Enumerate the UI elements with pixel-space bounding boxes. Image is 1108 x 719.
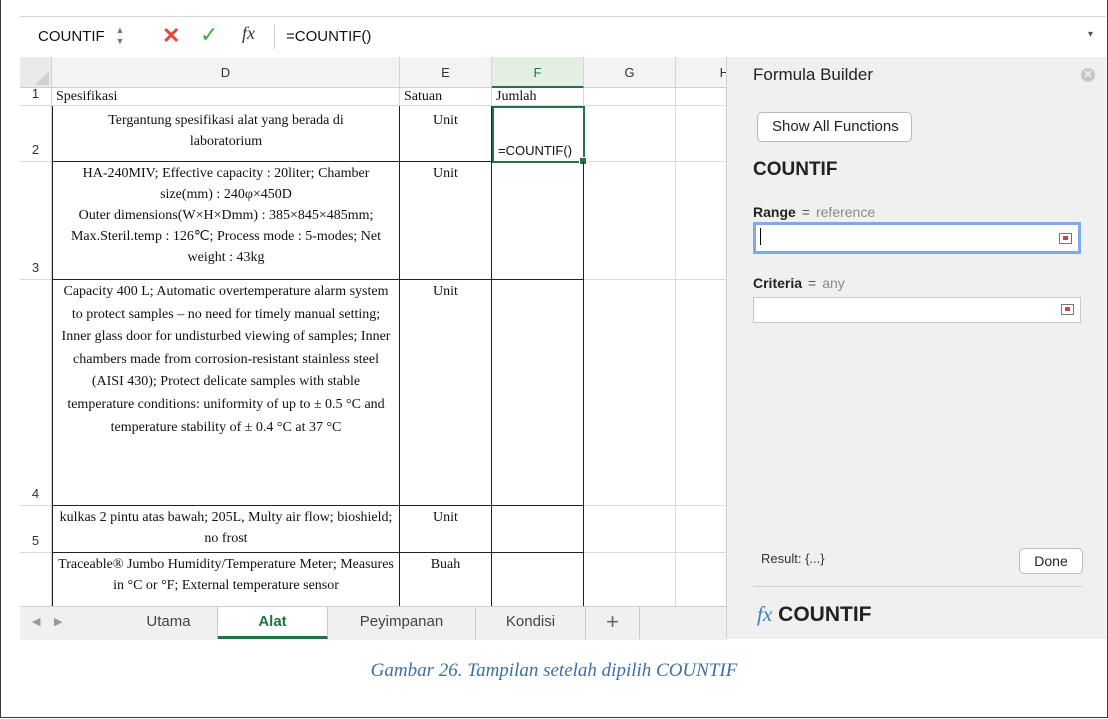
cell-d4[interactable]: Capacity 400 L; Automatic overtemperatur… — [52, 280, 400, 506]
column-header-h[interactable]: H — [676, 57, 726, 88]
add-sheet-button[interactable]: + — [586, 607, 640, 639]
cell-e6[interactable]: Buah — [400, 553, 492, 606]
active-cell-formula: =COUNTIF() — [498, 143, 573, 158]
cell-e1[interactable]: Satuan — [400, 88, 492, 106]
result-label: Result: {...} — [761, 551, 825, 566]
cell-h1[interactable] — [676, 88, 726, 106]
tab-kondisi[interactable]: Kondisi — [476, 607, 586, 639]
next-sheet-icon[interactable]: ▶ — [54, 615, 62, 628]
tab-alat[interactable]: Alat — [218, 607, 328, 639]
cell-d3[interactable]: HA-240MIV; Effective capacity : 20liter;… — [52, 162, 400, 280]
cell-d2[interactable]: Tergantung spesifikasi alat yang berada … — [52, 106, 400, 162]
tab-peyimpanan[interactable]: Peyimpanan — [328, 607, 476, 639]
cell-reference-picker-icon[interactable] — [1061, 304, 1074, 315]
cell-e5[interactable]: Unit — [400, 506, 492, 553]
cell-d5[interactable]: kulkas 2 pintu atas bawah; 205L, Multy a… — [52, 506, 400, 553]
select-all-button[interactable] — [20, 57, 52, 88]
name-box-spinner[interactable]: ▲ ▼ — [115, 25, 125, 47]
cell-e4[interactable]: Unit — [400, 280, 492, 506]
cell-h6[interactable] — [676, 553, 726, 606]
column-header-f[interactable]: F — [492, 57, 584, 88]
row-header-3[interactable]: 3 — [20, 162, 52, 280]
column-header-g[interactable]: G — [584, 57, 676, 88]
expand-formula-bar-icon[interactable]: ▾ — [1088, 29, 1093, 40]
cell-d1[interactable]: Spesifikasi — [52, 88, 400, 106]
cell-g2[interactable] — [584, 106, 676, 162]
range-arg-label: Range = reference — [753, 204, 876, 220]
criteria-arg-label: Criteria = any — [753, 275, 845, 291]
row-header-6[interactable] — [20, 553, 52, 606]
formula-bar-divider — [274, 25, 275, 49]
cell-h2[interactable] — [676, 106, 726, 162]
panel-divider — [753, 586, 1083, 587]
criteria-input[interactable] — [753, 297, 1081, 323]
text-caret — [760, 228, 761, 245]
prev-sheet-icon[interactable]: ◀ — [32, 615, 40, 628]
formula-input[interactable]: =COUNTIF() — [286, 28, 371, 45]
cell-g1[interactable] — [584, 88, 676, 106]
active-cell-f2[interactable]: =COUNTIF() — [492, 106, 587, 165]
name-box[interactable]: COUNTIF — [38, 28, 105, 45]
insert-function-icon[interactable]: fx — [242, 23, 255, 44]
tab-utama[interactable]: Utama — [120, 607, 218, 639]
cell-d6[interactable]: Traceable® Jumbo Humidity/Temperature Me… — [52, 553, 400, 606]
row-header-5[interactable]: 5 — [20, 506, 52, 553]
row-header-4[interactable]: 4 — [20, 280, 52, 506]
sheet-tab-bar: ◀ ▶ Utama Alat Peyimpanan Kondisi + — [20, 606, 726, 640]
row-header-2[interactable]: 2 — [20, 106, 52, 162]
spreadsheet-grid: D E F G H 1 Spesifikasi Satuan Jumlah 2 … — [20, 57, 726, 606]
cancel-icon[interactable]: ✕ — [162, 24, 180, 48]
cell-h3[interactable] — [676, 162, 726, 280]
close-icon[interactable]: ✕ — [1081, 68, 1095, 82]
column-header-d[interactable]: D — [52, 57, 400, 88]
cell-g6[interactable] — [584, 553, 676, 606]
cell-reference-picker-icon[interactable] — [1059, 233, 1072, 244]
cell-e2[interactable]: Unit — [400, 106, 492, 162]
cell-h5[interactable] — [676, 506, 726, 553]
cell-f1[interactable]: Jumlah — [492, 88, 584, 106]
cell-e3[interactable]: Unit — [400, 162, 492, 280]
cell-f6[interactable] — [492, 553, 584, 606]
done-button[interactable]: Done — [1019, 548, 1083, 574]
formula-bar: COUNTIF ▲ ▼ ✕ ✓ fx =COUNTIF() ▾ — [20, 16, 1106, 58]
show-all-functions-button[interactable]: Show All Functions — [757, 112, 912, 142]
cell-h4[interactable] — [676, 280, 726, 506]
column-header-e[interactable]: E — [400, 57, 492, 88]
cell-g5[interactable] — [584, 506, 676, 553]
cell-f3[interactable] — [492, 162, 584, 280]
fx-icon: fx — [757, 602, 773, 626]
function-name: COUNTIF — [753, 159, 838, 180]
row-header-1[interactable]: 1 — [20, 86, 52, 106]
footer-function-name: COUNTIF — [778, 603, 872, 626]
cell-f5[interactable] — [492, 506, 584, 553]
spinner-down-icon[interactable]: ▼ — [115, 36, 125, 47]
confirm-icon[interactable]: ✓ — [200, 23, 218, 47]
cell-g4[interactable] — [584, 280, 676, 506]
function-footer: fx COUNTIF — [757, 602, 871, 627]
spinner-up-icon[interactable]: ▲ — [115, 25, 125, 36]
formula-builder-panel: Formula Builder ✕ Show All Functions COU… — [726, 57, 1106, 639]
cell-f4[interactable] — [492, 280, 584, 506]
panel-title: Formula Builder — [753, 65, 873, 84]
figure-caption: Gambar 26. Tampilan setelah dipilih COUN… — [370, 660, 738, 681]
cell-g3[interactable] — [584, 162, 676, 280]
range-input[interactable] — [753, 222, 1081, 254]
